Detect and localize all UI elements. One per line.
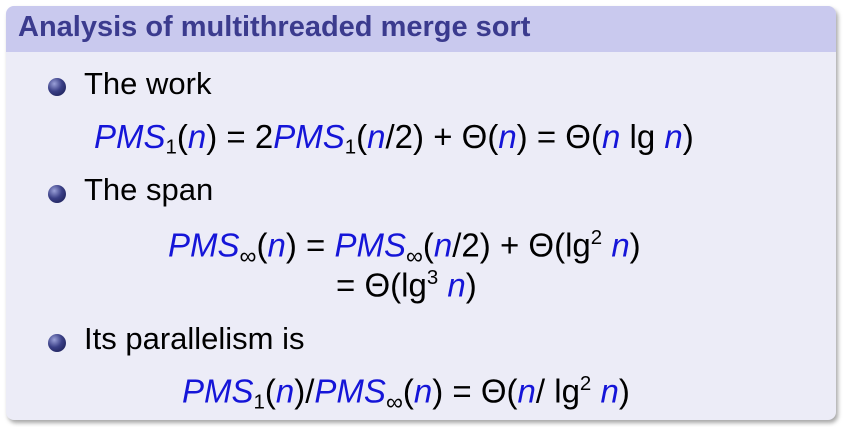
math-symbol: Θ: [364, 266, 391, 304]
math-symbol: n: [367, 118, 386, 155]
math-symbol: 1: [165, 135, 177, 159]
math-symbol: PMS: [273, 118, 345, 155]
math-symbol: +: [433, 118, 453, 155]
math-symbol: n: [517, 372, 536, 410]
math-symbol: n: [413, 372, 433, 410]
span-equation-line1: PMS∞(n) = PMS∞(n/2) + Θ(lg2 n): [168, 226, 641, 270]
block-title-bar: Analysis of multithreaded merge sort: [6, 6, 836, 52]
math-symbol: +: [499, 226, 520, 264]
math-symbol: n: [611, 226, 630, 264]
math-symbol: n: [498, 118, 517, 155]
math-symbol: lg: [554, 372, 580, 410]
math-symbol: n: [601, 118, 621, 155]
theorem-block: Analysis of multithreaded merge sort The…: [6, 6, 836, 420]
parallelism-equation: PMS1(n)/PMS∞(n) = Θ(n/ lg2 n): [182, 372, 630, 416]
item-the-work: The work: [84, 66, 212, 101]
math-symbol: /: [385, 118, 395, 155]
math-symbol: lg: [629, 118, 656, 155]
bullet-icon: [48, 334, 66, 352]
math-symbol: 2: [590, 226, 603, 249]
math-symbol: n: [187, 118, 207, 155]
math-symbol: ∞: [239, 242, 257, 270]
bullet-icon: [48, 185, 66, 203]
math-symbol: 1: [253, 390, 265, 414]
math-symbol: Θ: [461, 118, 488, 155]
math-symbol: n: [664, 118, 683, 155]
math-symbol: PMS: [334, 226, 406, 264]
math-symbol: 2: [579, 372, 592, 395]
math-symbol: =: [226, 118, 246, 155]
math-symbol: 1: [344, 135, 357, 159]
math-symbol: n: [433, 226, 453, 264]
math-symbol: =: [452, 372, 472, 410]
bullet-icon: [48, 78, 66, 96]
math-symbol: Θ: [565, 118, 591, 155]
math-symbol: 3: [426, 266, 439, 289]
block-title: Analysis of multithreaded merge sort: [18, 11, 531, 43]
math-symbol: n: [447, 266, 466, 304]
math-symbol: =: [536, 118, 557, 155]
math-symbol: PMS: [182, 372, 254, 410]
item-the-span: The span: [84, 172, 214, 207]
math-symbol: PMS: [94, 118, 166, 155]
math-symbol: ∞: [385, 388, 403, 416]
math-symbol: n: [600, 372, 619, 410]
math-symbol: /: [535, 372, 546, 410]
math-symbol: 2: [254, 118, 274, 155]
work-equation: PMS1(n) = 2PMS1(n/2) + Θ(n) = Θ(n lg n): [94, 118, 694, 159]
math-symbol: Θ: [480, 372, 507, 410]
span-equation-line2: = Θ(lg3 n): [336, 266, 477, 304]
math-symbol: =: [305, 226, 326, 264]
math-symbol: PMS: [168, 226, 240, 264]
math-symbol: n: [267, 226, 286, 264]
math-symbol: lg: [565, 226, 591, 264]
math-symbol: lg: [401, 266, 427, 304]
math-symbol: Θ: [528, 226, 555, 264]
math-symbol: =: [336, 266, 356, 304]
math-symbol: n: [275, 372, 295, 410]
item-parallelism: Its parallelism is: [84, 321, 305, 356]
math-symbol: 2: [461, 226, 480, 264]
math-symbol: 2: [394, 118, 414, 155]
math-symbol: PMS: [314, 372, 386, 410]
